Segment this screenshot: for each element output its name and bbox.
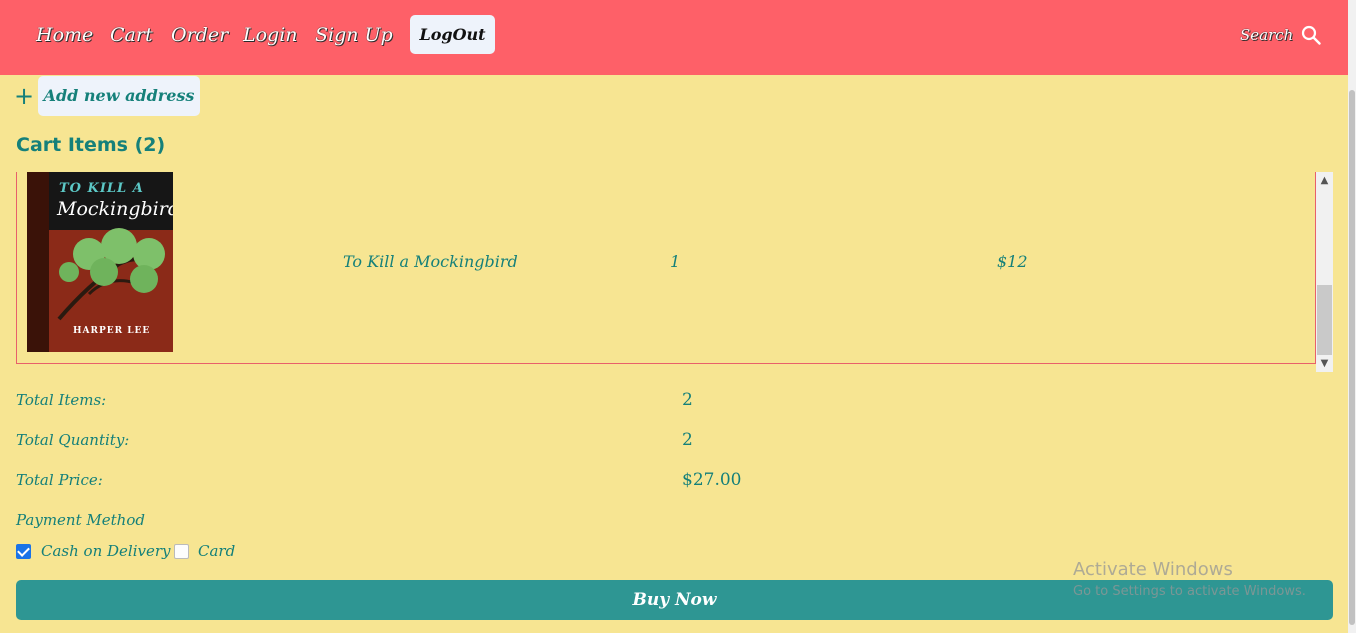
- total-quantity-value: 2: [682, 430, 693, 450]
- nav-link-login[interactable]: Login: [243, 20, 298, 50]
- scroll-up-icon[interactable]: ▲: [1316, 172, 1333, 189]
- page-scrollbar[interactable]: [1348, 0, 1356, 633]
- card-checkbox[interactable]: [174, 544, 189, 559]
- total-quantity-label: Total Quantity:: [16, 431, 130, 449]
- total-items-label: Total Items:: [16, 391, 107, 409]
- total-items-value: 2: [682, 390, 693, 410]
- navbar: Home Cart Order Login Sign Up LogOut Sea…: [0, 0, 1348, 75]
- search-icon: [1302, 25, 1322, 45]
- cart-item-quantity: 1: [670, 252, 681, 271]
- scroll-down-icon[interactable]: ▼: [1316, 355, 1333, 372]
- cart-item-price: $12: [997, 252, 1028, 271]
- card-label[interactable]: Card: [198, 542, 235, 560]
- nav-link-order[interactable]: Order: [171, 20, 228, 50]
- cart-items-list: TO KILL A Mockingbird HARPER LEE To Kill…: [16, 172, 1316, 364]
- book-cover-image: TO KILL A Mockingbird HARPER LEE: [27, 172, 173, 352]
- cart-list-scrollbar-thumb[interactable]: [1317, 285, 1332, 355]
- cart-item-name: To Kill a Mockingbird: [343, 252, 518, 271]
- book-cover-title-line1: TO KILL A: [59, 181, 144, 196]
- activate-windows-title: Activate Windows: [1073, 559, 1233, 580]
- search-button[interactable]: Search: [1240, 20, 1322, 50]
- nav-link-signup[interactable]: Sign Up: [315, 20, 393, 50]
- page-scrollbar-thumb[interactable]: [1349, 90, 1355, 625]
- total-price-label: Total Price:: [16, 471, 103, 489]
- nav-link-home[interactable]: Home: [36, 20, 93, 50]
- book-cover-author: HARPER LEE: [73, 326, 151, 336]
- payment-method-label: Payment Method: [16, 511, 145, 529]
- activate-windows-subtitle: Go to Settings to activate Windows.: [1073, 584, 1306, 599]
- add-address-button[interactable]: Add new address: [38, 76, 200, 116]
- plus-icon[interactable]: +: [14, 84, 34, 108]
- book-cover-title-line2: Mockingbird: [57, 198, 173, 220]
- search-label: Search: [1240, 26, 1294, 44]
- cash-on-delivery-checkbox[interactable]: [16, 544, 31, 559]
- cash-on-delivery-label[interactable]: Cash on Delivery: [41, 542, 171, 560]
- cart-list-scrollbar[interactable]: ▲ ▼: [1316, 172, 1333, 372]
- logout-button[interactable]: LogOut: [410, 15, 495, 54]
- total-price-value: $27.00: [682, 470, 742, 490]
- nav-link-cart[interactable]: Cart: [110, 20, 153, 50]
- cart-title: Cart Items (2): [16, 134, 166, 156]
